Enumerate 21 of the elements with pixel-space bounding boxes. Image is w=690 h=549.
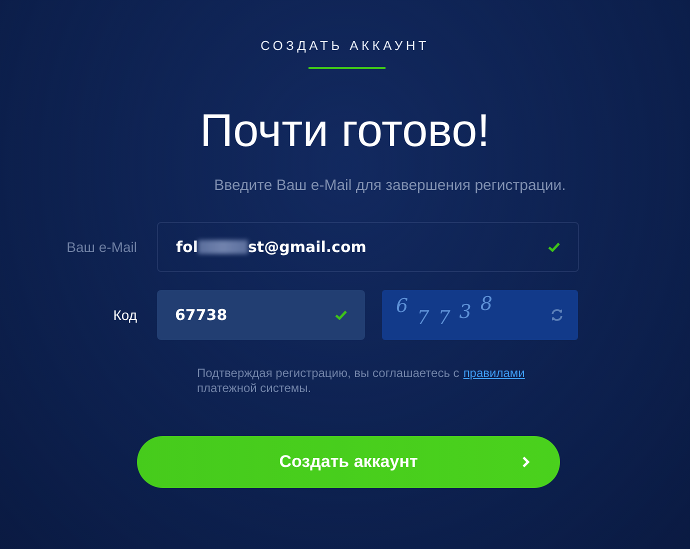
rules-link[interactable]: правилами [463,366,525,380]
note-text: платежной системы. [197,381,312,396]
refresh-icon[interactable] [550,308,564,322]
note-text: Подтверждая регистрацию, вы соглашаетесь с [197,366,460,380]
code-value: 67738 [175,306,228,324]
field-label: Код [112,307,137,323]
email-start: fol [176,238,198,256]
code-field[interactable]: 67738 [157,290,365,340]
chevron-icon [522,456,530,468]
field-label: Ваш e-Mail [66,239,137,255]
captcha-digit: 7 [438,307,450,329]
email-end: st@gmail.com [248,238,366,256]
page-title: Почти готово! [200,103,490,157]
captcha-digit: 7 [417,307,430,329]
blur-mark [198,240,248,254]
subtitle: Введите Ваш e-Mail для завершения регистрации. [214,177,566,194]
email-field[interactable]: fol st@gmail.com [157,222,579,272]
captcha-digit: 3 [459,301,472,323]
captcha-digit: 8 [480,293,492,315]
captcha-digit: 6 [396,295,408,317]
header-tab[interactable]: СОЗДАТЬ АККАУНТ [245,38,445,69]
